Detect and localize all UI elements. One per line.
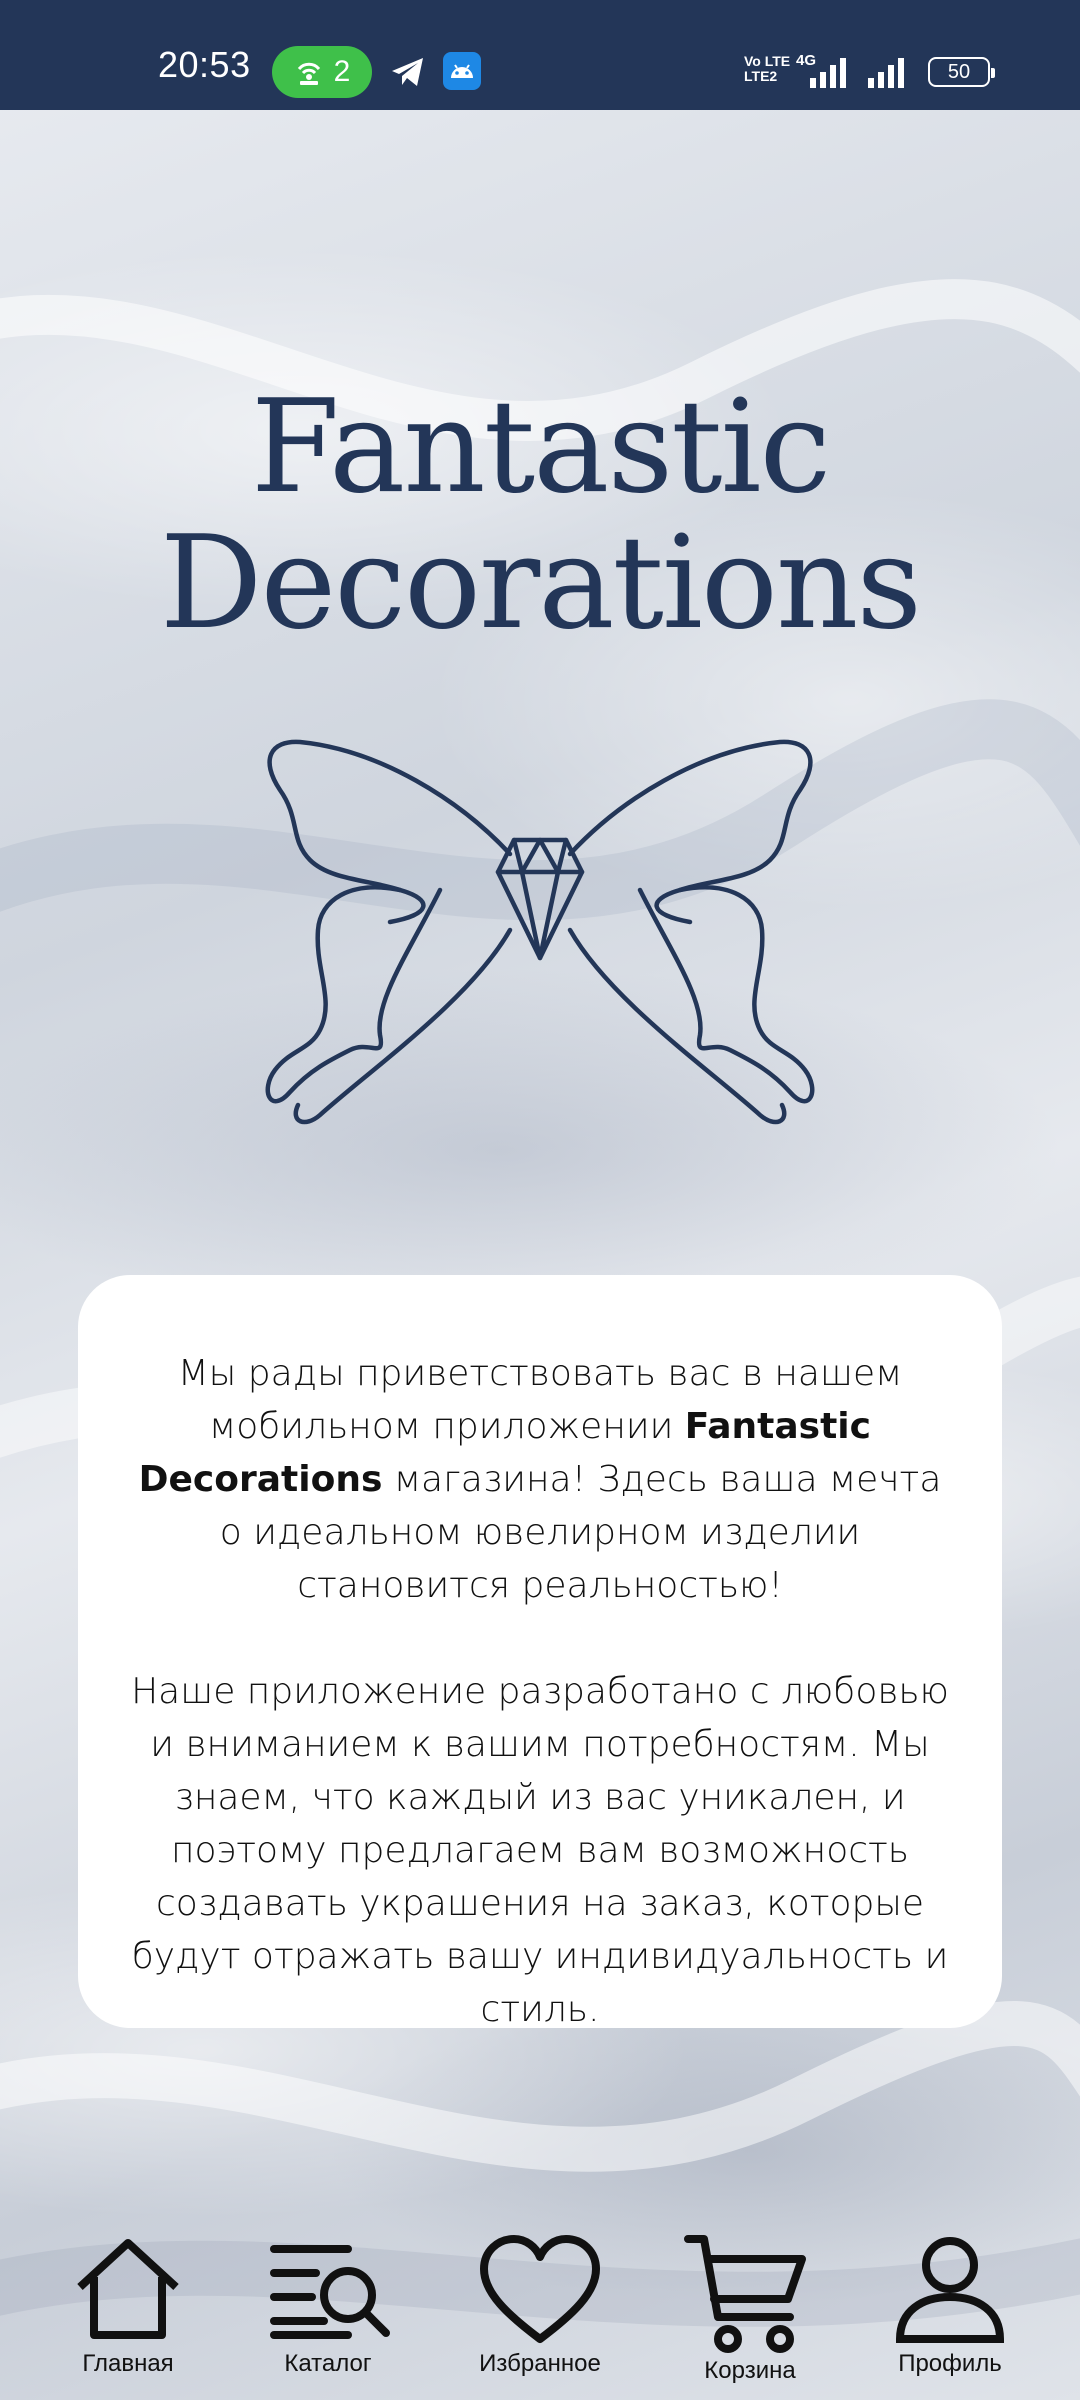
- nav-catalog-label: Каталог: [284, 2350, 372, 2377]
- nav-cart[interactable]: Корзина: [650, 2225, 850, 2400]
- welcome-card: Мы рады приветствовать вас в нашем мобил…: [78, 1275, 1002, 2030]
- signal-icon: [810, 58, 846, 88]
- profile-icon: [895, 2237, 1005, 2343]
- nav-home-label: Главная: [82, 2350, 174, 2377]
- cart-icon: [684, 2235, 806, 2353]
- status-time: 20:53: [158, 44, 251, 85]
- nav-cart-label: Корзина: [704, 2357, 796, 2384]
- brand-title: Fantastic Decorations: [0, 380, 1080, 652]
- nav-favorites-label: Избранное: [479, 2350, 601, 2377]
- battery-level: 50: [947, 60, 971, 83]
- brand-title-line2: Decorations: [159, 509, 922, 658]
- nav-favorites[interactable]: Избранное: [440, 2225, 640, 2400]
- hotspot-count: 2: [333, 55, 351, 88]
- brand-title-line1: Fantastic: [250, 373, 831, 522]
- nav-catalog[interactable]: Каталог: [228, 2225, 428, 2400]
- nav-profile[interactable]: Профиль: [850, 2225, 1050, 2400]
- heart-icon: [480, 2235, 600, 2343]
- welcome-paragraph-1: Мы рады приветствовать вас в нашем мобил…: [138, 1353, 942, 1606]
- bottom-nav: Главная Каталог Избранное Корзина Профил…: [0, 2225, 1080, 2400]
- telegram-icon: [392, 58, 423, 86]
- signal-icon: [868, 58, 904, 88]
- catalog-search-icon: [270, 2245, 390, 2339]
- hotspot-badge: 2: [272, 46, 372, 98]
- nav-home[interactable]: Главная: [28, 2225, 228, 2400]
- status-bar: 20:53 2 Vo LTE LTE2 4G 50: [0, 0, 1080, 110]
- volte-label: Vo LTE LTE2: [744, 53, 791, 84]
- butterfly-logo-icon: [265, 739, 815, 1125]
- silk-background: [0, 0, 1080, 2400]
- nav-profile-label: Профиль: [898, 2350, 1002, 2377]
- home-icon: [77, 2239, 179, 2339]
- welcome-paragraph-2: Наше приложение разработано с любовью и …: [131, 1671, 949, 2030]
- hotspot-icon: [297, 62, 320, 85]
- android-icon: [443, 52, 481, 90]
- battery-icon: 50: [928, 57, 995, 87]
